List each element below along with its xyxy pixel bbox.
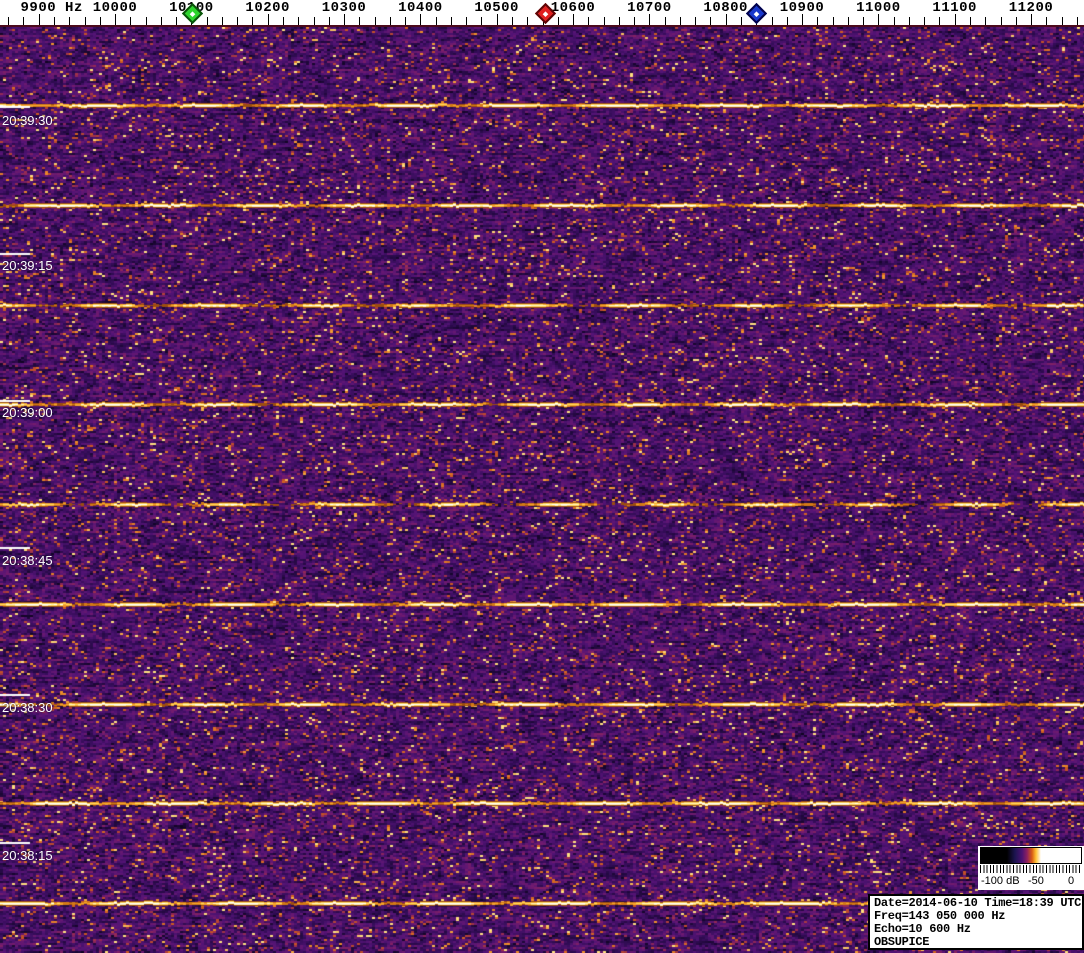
freq-tick [84,17,86,25]
freq-tick [863,17,865,25]
freq-tick [603,17,605,25]
freq-tick [1061,17,1063,25]
freq-tick [145,17,147,25]
time-label: 20:39:15 [2,258,53,273]
freq-label: 11200 [1008,0,1054,16]
freq-tick [8,17,10,25]
freq-tick [924,17,926,25]
time-label: 20:38:15 [2,848,53,863]
marker-center-dot [542,10,549,17]
freq-label: 10900 [779,0,825,16]
freq-tick [176,17,178,25]
freq-tick [160,17,162,25]
info-station: OBSUPICE [874,935,930,949]
freq-tick [786,17,788,25]
freq-tick [252,17,254,25]
freq-tick [985,17,987,25]
freq-tick [374,17,376,25]
freq-tick [1015,17,1017,25]
freq-label: 9900 Hz [20,0,83,16]
freq-tick [679,17,681,25]
freq-tick [53,17,55,25]
marker-blue[interactable] [745,2,768,25]
legend-label-max: 0 [1068,875,1075,887]
freq-tick [771,17,773,25]
freq-tick [237,17,239,25]
freq-tick [99,17,101,25]
freq-tick [695,17,697,25]
freq-tick [435,17,437,25]
frequency-scale[interactable]: 9900 Hz100001010010200103001040010500106… [0,0,1084,27]
time-label: 20:38:30 [2,700,53,715]
scale-separator [0,25,1084,27]
freq-label: 10700 [627,0,672,16]
freq-tick [1076,17,1078,25]
freq-tick [450,17,452,25]
freq-tick [969,17,971,25]
legend-label-min: -100 dB [981,875,1020,887]
time-label: 20:39:30 [2,113,53,128]
freq-tick [313,17,315,25]
freq-label: 10500 [474,0,519,16]
spectrogram-window: 9900 Hz100001010010200103001040010500106… [0,0,1084,953]
freq-tick [634,17,636,25]
freq-tick [466,17,468,25]
freq-tick [740,17,742,25]
freq-tick [282,17,284,25]
observation-info-box: Date=2014-06-10 Time=18:39 UTC Freq=143 … [868,894,1084,950]
freq-tick [1046,17,1048,25]
freq-tick [527,17,529,25]
marker-center-dot [189,10,196,17]
freq-tick [130,17,132,25]
freq-tick [359,17,361,25]
freq-tick [511,17,513,25]
freq-tick [1000,17,1002,25]
freq-tick [618,17,620,25]
color-scale-legend: -100 dB -50 0 [978,846,1084,890]
freq-tick [817,17,819,25]
freq-tick [664,17,666,25]
freq-tick [23,17,25,25]
freq-tick [298,17,300,25]
freq-label: 11000 [856,0,901,16]
freq-label: 10800 [703,0,748,16]
freq-tick [710,17,712,25]
color-scale-ticks [980,865,1082,873]
freq-tick [893,17,895,25]
freq-tick [832,17,834,25]
freq-tick [328,17,330,25]
freq-label: 11100 [932,0,977,16]
color-gradient-bar [980,847,1082,864]
freq-tick [69,17,71,25]
time-label: 20:39:00 [2,405,53,420]
waterfall-display[interactable] [0,27,1084,953]
freq-tick [481,17,483,25]
marker-center-dot [753,10,760,17]
freq-tick [389,17,391,25]
freq-tick [405,17,407,25]
freq-tick [557,17,559,25]
freq-tick [206,17,208,25]
freq-label: 10300 [321,0,367,16]
freq-tick [221,17,223,25]
freq-tick [939,17,941,25]
freq-label: 10200 [245,0,290,16]
freq-label: 10600 [550,0,596,16]
freq-tick [908,17,910,25]
freq-tick [847,17,849,25]
freq-tick [588,17,590,25]
freq-label: 10000 [92,0,138,16]
time-label: 20:38:45 [2,553,53,568]
freq-label: 10400 [398,0,443,16]
legend-label-mid: -50 [1028,875,1044,887]
